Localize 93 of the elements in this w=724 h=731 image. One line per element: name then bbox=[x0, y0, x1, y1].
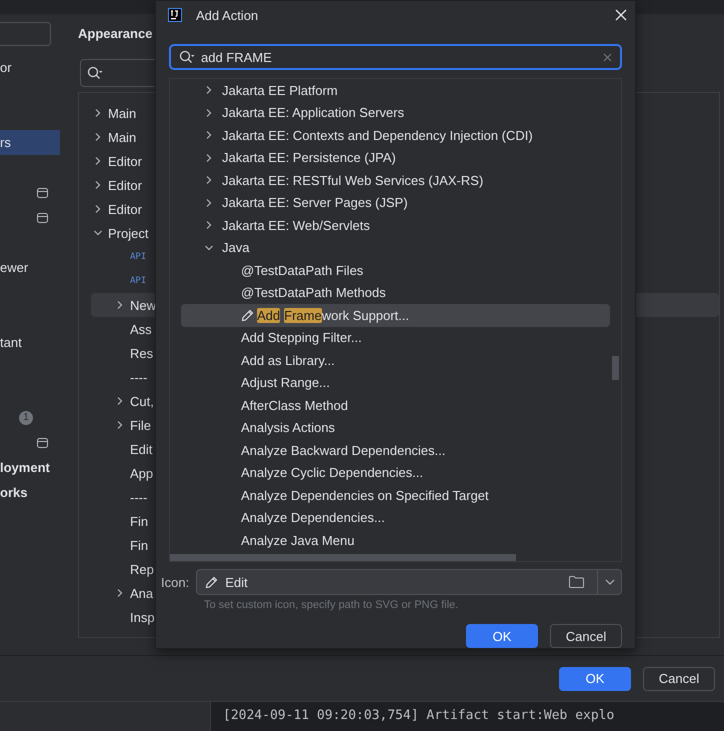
action-group[interactable]: Jakarta EE: Persistence (JPA) bbox=[222, 150, 396, 166]
action-item[interactable]: Adjust Range... bbox=[181, 372, 610, 394]
clear-icon[interactable] bbox=[603, 52, 612, 62]
chevron-right-icon[interactable] bbox=[93, 180, 103, 190]
chevron-right-icon[interactable] bbox=[115, 420, 125, 430]
tree-item[interactable]: File bbox=[130, 418, 151, 432]
action-item[interactable]: Analyze Dependencies on Specified Target bbox=[181, 484, 610, 507]
tree-item[interactable]: Insp bbox=[130, 610, 155, 624]
section-title: Appearance bbox=[78, 26, 154, 41]
close-icon[interactable] bbox=[615, 9, 627, 22]
scrollbar-thumb[interactable] bbox=[170, 554, 516, 562]
chevron-right-icon[interactable] bbox=[93, 132, 103, 142]
action-item[interactable]: Analyze Cyclic Dependencies... bbox=[181, 462, 610, 484]
tree-item[interactable]: New bbox=[130, 298, 156, 312]
caret-icon[interactable] bbox=[605, 579, 615, 586]
action-item[interactable]: Add as Library... bbox=[181, 349, 610, 372]
hint-text: To set custom icon, specify path to SVG or PNG file. bbox=[204, 599, 460, 612]
chevron-right-icon[interactable] bbox=[204, 130, 214, 140]
tree-item[interactable]: Editor bbox=[108, 202, 142, 216]
action-group[interactable]: Jakarta EE: Server Pages (JSP) bbox=[222, 195, 408, 210]
cancel-button[interactable]: Cancel bbox=[643, 666, 715, 690]
chevron-right-icon[interactable] bbox=[93, 108, 103, 118]
action-group[interactable]: Jakarta EE Platform bbox=[222, 82, 338, 98]
window-icon bbox=[37, 212, 48, 222]
tree-item[interactable]: ---- bbox=[130, 490, 148, 504]
action-group[interactable]: Jakarta EE: RESTful Web Services (JAX-RS) bbox=[222, 172, 484, 188]
action-item[interactable]: @TestDataPath Files bbox=[181, 259, 610, 282]
field-label: Icon: bbox=[161, 574, 190, 590]
cancel-button[interactable]: Cancel bbox=[550, 624, 622, 648]
chevron-right-icon[interactable] bbox=[115, 588, 125, 598]
action-item[interactable]: Analysis Actions bbox=[181, 416, 610, 440]
chevron-right-icon[interactable] bbox=[115, 300, 125, 310]
log-line: [2024-09-11 09:20:03,754] Artifact start:Web explo bbox=[222, 707, 614, 725]
tree-item[interactable]: Res bbox=[130, 346, 154, 360]
chevron-right-icon[interactable] bbox=[115, 396, 125, 406]
sidebar-item[interactable]: or bbox=[0, 60, 12, 75]
tree-item[interactable]: Ana bbox=[130, 586, 154, 600]
action-group[interactable]: Jakarta EE: Application Servers bbox=[222, 105, 404, 120]
search-icon bbox=[87, 66, 103, 80]
action-item[interactable]: @TestDataPath Methods bbox=[181, 282, 610, 304]
tree-item[interactable]: Ass bbox=[130, 322, 152, 336]
api-label: API bbox=[130, 252, 146, 262]
window-icon bbox=[37, 188, 48, 198]
chevron-down-icon[interactable] bbox=[93, 228, 103, 238]
tree-item[interactable]: Cut, bbox=[130, 394, 154, 408]
action-item[interactable]: Analyze Java Menu bbox=[181, 529, 610, 552]
tree-item[interactable]: Project bbox=[108, 226, 148, 240]
scrollbar-thumb[interactable] bbox=[612, 356, 619, 380]
pencil-icon bbox=[205, 576, 218, 589]
tree-item[interactable]: App bbox=[130, 466, 154, 480]
search-field[interactable]: add FRAME bbox=[169, 44, 622, 70]
ok-button[interactable]: OK bbox=[466, 624, 538, 648]
action-group[interactable]: Jakarta EE: Contexts and Dependency Injection (CDI) bbox=[222, 128, 533, 143]
tree-item[interactable]: Fin bbox=[130, 538, 148, 552]
pencil-icon bbox=[241, 308, 254, 322]
icon-dropdown[interactable]: Edit bbox=[196, 569, 622, 596]
chevron-right-icon[interactable] bbox=[204, 198, 214, 208]
chevron-right-icon[interactable] bbox=[93, 156, 103, 166]
sidebar-item[interactable]: orks bbox=[0, 485, 28, 500]
action-item[interactable]: Add Stepping Filter... bbox=[181, 326, 610, 350]
tree-item[interactable]: Fin bbox=[130, 514, 148, 528]
count-badge: 1 bbox=[19, 410, 33, 424]
tree-item[interactable]: Editor bbox=[108, 178, 142, 192]
window-icon bbox=[37, 438, 48, 448]
chevron-down-icon[interactable] bbox=[204, 242, 214, 253]
action-item[interactable]: AfterClass Method bbox=[181, 394, 610, 417]
action-group[interactable]: Java bbox=[222, 240, 250, 256]
search-icon bbox=[179, 50, 195, 64]
action-group[interactable]: Jakarta EE: Web/Servlets bbox=[222, 218, 370, 233]
chevron-right-icon[interactable] bbox=[204, 152, 214, 163]
ok-button[interactable]: OK bbox=[559, 666, 631, 690]
sidebar-item[interactable]: rs bbox=[0, 135, 11, 150]
tree-item[interactable]: Edit bbox=[130, 442, 152, 456]
tree-item[interactable]: Rep bbox=[130, 562, 154, 576]
action-item[interactable]: Analyze Dependencies... bbox=[181, 506, 610, 530]
sidebar-item[interactable]: tant bbox=[0, 335, 22, 350]
chevron-right-icon[interactable] bbox=[93, 204, 103, 214]
tree-item[interactable]: Main bbox=[108, 130, 136, 144]
sidebar-item[interactable]: ewer bbox=[0, 260, 28, 275]
chevron-right-icon[interactable] bbox=[204, 85, 214, 96]
sidebar-item[interactable]: loyment bbox=[0, 460, 50, 475]
chevron-right-icon[interactable] bbox=[204, 220, 214, 230]
dialog-title: Add Action bbox=[196, 8, 258, 23]
tree-item[interactable]: ---- bbox=[130, 370, 148, 384]
chevron-right-icon[interactable] bbox=[204, 108, 214, 118]
api-label: API bbox=[130, 276, 146, 286]
folder-icon[interactable] bbox=[569, 576, 584, 588]
search-field[interactable] bbox=[0, 22, 51, 46]
tree-item[interactable]: Main bbox=[108, 106, 136, 120]
tree-item[interactable]: Editor bbox=[108, 154, 142, 168]
action-item[interactable]: Analyze Backward Dependencies... bbox=[181, 439, 610, 462]
chevron-right-icon[interactable] bbox=[204, 175, 214, 186]
app-logo-icon bbox=[168, 8, 182, 22]
